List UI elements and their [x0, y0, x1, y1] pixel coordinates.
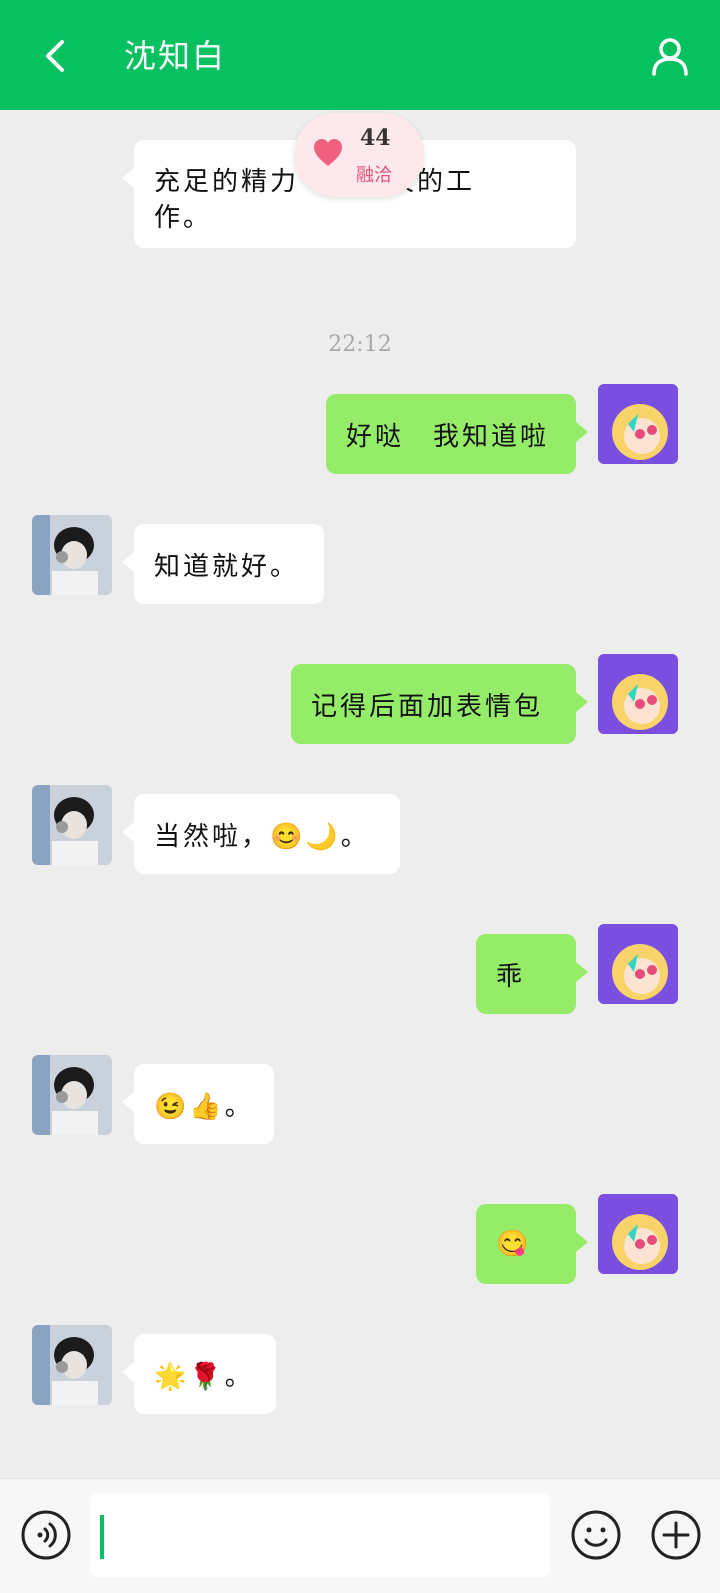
my-avatar[interactable]: [598, 384, 678, 464]
my-avatar[interactable]: [598, 924, 678, 1004]
chat-header: 沈知白: [0, 0, 720, 110]
message-text: 知道就好。: [154, 551, 300, 582]
text-cursor: [100, 1515, 104, 1559]
message-bubble-incoming[interactable]: 🌟🌹。: [122, 1334, 276, 1414]
message-bubble-outgoing[interactable]: 😋: [476, 1204, 588, 1284]
heart-icon: [314, 139, 342, 166]
message-text: 当然啦，😊🌙。: [154, 821, 370, 852]
contact-avatar[interactable]: [32, 1325, 112, 1405]
chat-message-list[interactable]: 充足的精力 二天的工 作。 22:12 好哒 我知道啦 知道就好。 记得后面加表…: [0, 110, 720, 1478]
chevron-left-icon[interactable]: [34, 34, 78, 78]
timestamp: 22:12: [328, 332, 392, 357]
plus-icon[interactable]: [650, 1509, 702, 1561]
smiley-icon[interactable]: [570, 1509, 622, 1561]
contact-name: 沈知白: [124, 37, 227, 75]
message-bubble-incoming[interactable]: 😉👍。: [122, 1064, 274, 1144]
message-text: 记得后面加表情包: [311, 691, 544, 722]
message-bubble-incoming[interactable]: 知道就好。: [122, 524, 324, 604]
message-bubble-outgoing[interactable]: 乖: [476, 934, 588, 1014]
input-bar: [0, 1478, 720, 1593]
message-input[interactable]: [90, 1493, 550, 1577]
message-text: 🌟🌹。: [154, 1361, 254, 1392]
affection-badge[interactable]: 44 融洽: [294, 113, 424, 197]
contact-avatar[interactable]: [32, 785, 112, 865]
affection-label: 融洽: [356, 165, 392, 186]
my-avatar[interactable]: [598, 654, 678, 734]
message-bubble-outgoing[interactable]: 记得后面加表情包: [291, 664, 588, 744]
person-icon[interactable]: [650, 36, 690, 76]
message-text-line: 作。: [154, 203, 213, 233]
message-bubble-incoming[interactable]: 当然啦，😊🌙。: [122, 794, 400, 874]
voice-icon[interactable]: [20, 1509, 72, 1561]
contact-avatar[interactable]: [32, 515, 112, 595]
message-text: 😉👍。: [154, 1091, 254, 1122]
message-text: 😋: [496, 1229, 532, 1259]
my-avatar[interactable]: [598, 1194, 678, 1274]
message-bubble-outgoing[interactable]: 好哒 我知道啦: [326, 394, 588, 474]
message-text: 乖: [496, 961, 526, 992]
affection-value: 44: [360, 125, 391, 151]
contact-avatar[interactable]: [32, 1055, 112, 1135]
message-text: 好哒 我知道啦: [346, 421, 550, 452]
